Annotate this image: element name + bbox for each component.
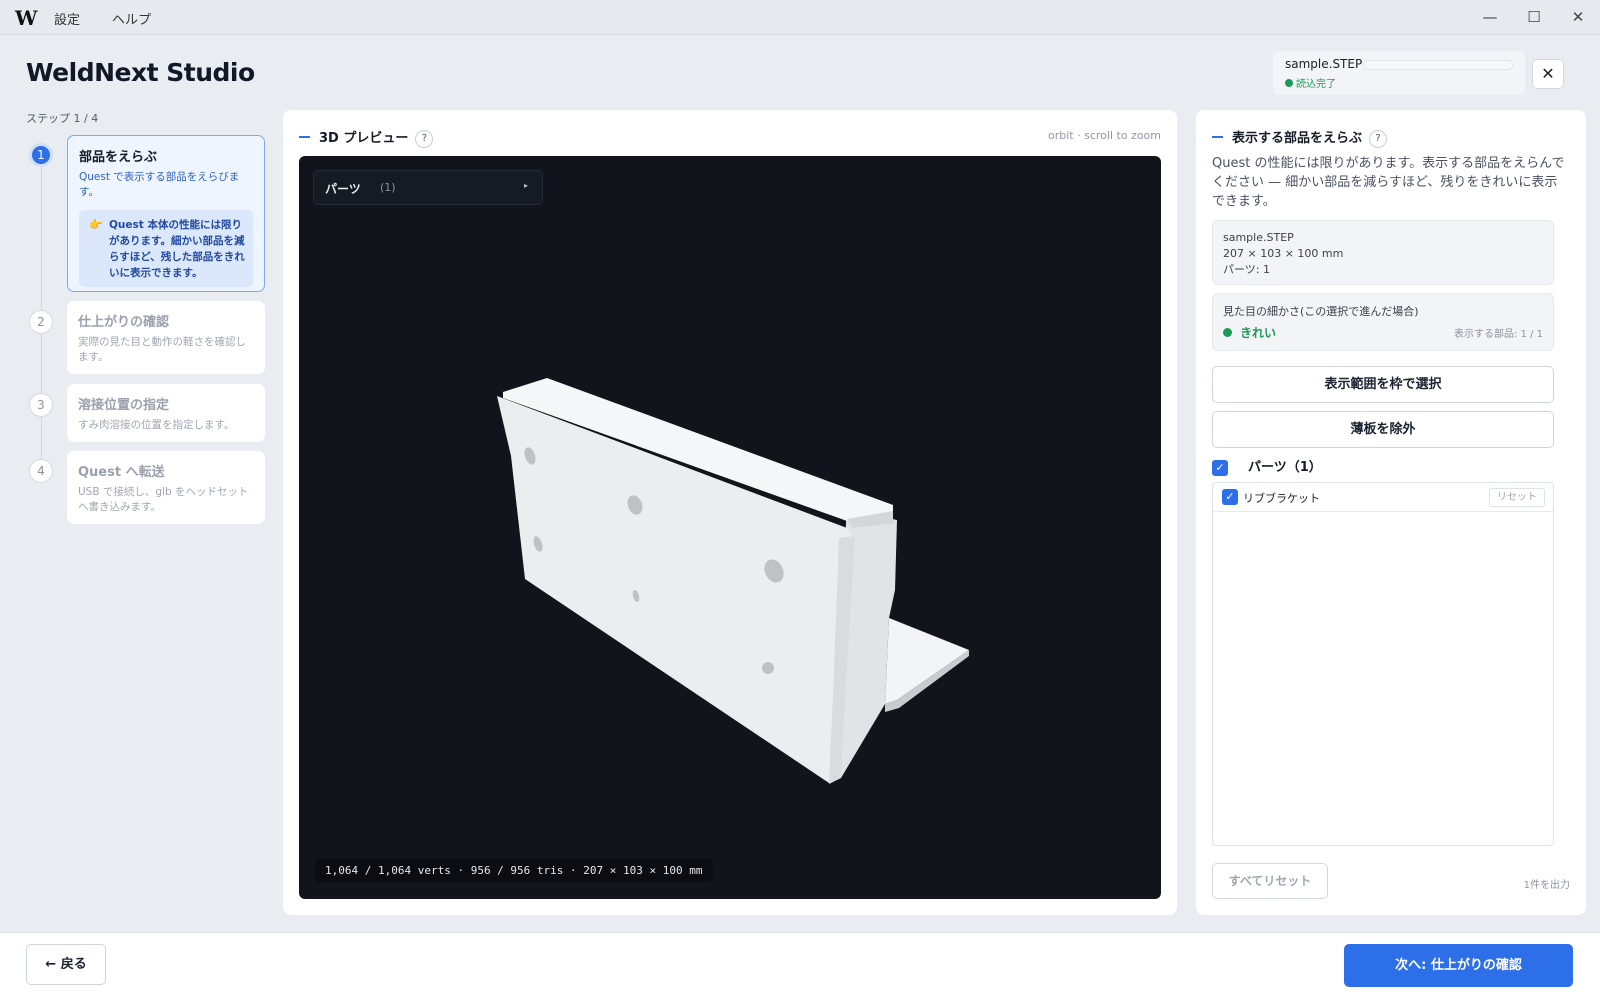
step-number-3: 3 bbox=[29, 393, 53, 417]
step-number-4: 4 bbox=[29, 459, 53, 483]
quality-value-text: きれい bbox=[1240, 326, 1277, 340]
maximize-button[interactable]: ☐ bbox=[1516, 6, 1552, 28]
help-icon[interactable]: ? bbox=[415, 130, 434, 148]
step-title: 溶接位置の指定 bbox=[78, 398, 170, 413]
step-title: 部品をえらぶ bbox=[79, 150, 158, 165]
step-desc: すみ肉溶接の位置を指定します。 bbox=[78, 419, 235, 431]
group-checkbox[interactable]: ✓ bbox=[1212, 460, 1228, 476]
app-logo: W bbox=[15, 6, 38, 30]
next-button[interactable]: 次へ: 仕上がりの確認 bbox=[1344, 944, 1573, 987]
side-title: 表示する部品をえらぶ? bbox=[1212, 127, 1388, 148]
minimize-button[interactable]: — bbox=[1472, 6, 1508, 28]
back-button[interactable]: ← 戻る bbox=[26, 944, 106, 985]
step-number-2: 2 bbox=[29, 310, 53, 334]
page-title: WeldNext Studio bbox=[26, 58, 255, 87]
parts-dropdown-count: (1) bbox=[380, 181, 396, 194]
box-select-button[interactable]: 表示範囲を枠で選択 bbox=[1212, 366, 1554, 403]
preview-title: 3D プレビュー? bbox=[299, 127, 434, 148]
exclude-thin-button[interactable]: 薄板を除外 bbox=[1212, 411, 1554, 448]
bracket-model bbox=[497, 378, 969, 784]
footer-bar: ← 戻る 次へ: 仕上がりの確認 bbox=[0, 932, 1600, 992]
menu-settings[interactable]: 設定 bbox=[54, 9, 80, 28]
parts-group-row: ✓ パーツ（1） bbox=[1212, 456, 1322, 476]
section-marker bbox=[1212, 136, 1223, 138]
parts-dropdown[interactable]: パーツ (1) ▸ bbox=[313, 170, 543, 205]
quality-box: 見た目の細かさ(この選択で進んだ場合) きれい 表示する部品: 1 / 1 bbox=[1212, 293, 1554, 351]
step-desc: Quest で表示する部品をえらびます。 bbox=[79, 171, 240, 198]
close-file-button[interactable]: ✕ bbox=[1532, 59, 1564, 89]
window-close-button[interactable]: ✕ bbox=[1560, 6, 1596, 28]
help-icon[interactable]: ? bbox=[1369, 130, 1388, 148]
group-label: パーツ（1） bbox=[1248, 460, 1322, 475]
preview-title-text: 3D プレビュー bbox=[319, 131, 409, 146]
quality-count: 表示する部品: 1 / 1 bbox=[1454, 329, 1543, 340]
side-title-text: 表示する部品をえらぶ bbox=[1232, 131, 1363, 146]
status-dot-icon bbox=[1223, 328, 1232, 337]
list-item: ✓ リブブラケット リセット bbox=[1213, 483, 1553, 512]
parts-dropdown-label: パーツ bbox=[325, 182, 361, 196]
parts-selection-panel: 表示する部品をえらぶ? Quest の性能には限りがあります。表示する部品をえら… bbox=[1196, 110, 1586, 915]
step-card-select-parts[interactable]: 部品をえらぶ Quest で表示する部品をえらびます。 👉 Quest 本体の性… bbox=[67, 135, 265, 292]
info-dimensions: 207 × 103 × 100 mm bbox=[1223, 247, 1344, 260]
info-part-count: パーツ: 1 bbox=[1223, 263, 1270, 276]
menu-help[interactable]: ヘルプ bbox=[112, 9, 151, 28]
step-counter: ステップ 1 / 4 bbox=[26, 112, 99, 125]
output-count: 1件を出力 bbox=[1523, 880, 1570, 891]
file-badge: sample.STEP 読込完了 bbox=[1273, 51, 1525, 95]
file-status-text: 読込完了 bbox=[1296, 79, 1336, 90]
file-info-box: sample.STEP 207 × 103 × 100 mm パーツ: 1 bbox=[1212, 220, 1554, 285]
part-name: リブブラケット bbox=[1243, 492, 1320, 505]
step-title: 仕上がりの確認 bbox=[78, 315, 170, 330]
title-bar: W 設定 ヘルプ — ☐ ✕ bbox=[0, 0, 1600, 35]
status-dot-icon bbox=[1285, 79, 1293, 87]
step-card-check-finish[interactable]: 仕上がりの確認 実際の見た目と動作の軽さを確認します。 bbox=[67, 301, 265, 374]
step-number-1: 1 bbox=[29, 143, 53, 167]
3d-viewport[interactable]: パーツ (1) ▸ 1,064 / 1,064 verts · 956 / 95… bbox=[299, 156, 1161, 899]
step-title: Quest へ転送 bbox=[78, 465, 165, 480]
step-desc: 実際の見た目と動作の軽さを確認します。 bbox=[78, 336, 246, 363]
step-card-weld-position[interactable]: 溶接位置の指定 すみ肉溶接の位置を指定します。 bbox=[67, 384, 265, 442]
step-desc: USB で接続し、glb をヘッドセットへ書き込みます。 bbox=[78, 486, 249, 513]
file-name-track bbox=[1363, 60, 1513, 70]
section-marker bbox=[299, 136, 310, 138]
parts-list: ✓ リブブラケット リセット bbox=[1212, 482, 1554, 846]
reset-all-button[interactable]: すべてリセット bbox=[1212, 863, 1328, 899]
step-hint-text: Quest 本体の性能には限りがあります。細かい部品を減らすほど、残した部品をき… bbox=[109, 219, 245, 279]
step-hint: 👉 Quest 本体の性能には限りがあります。細かい部品を減らすほど、残した部品… bbox=[79, 210, 253, 287]
side-description: Quest の性能には限りがあります。表示する部品をえらんでください — 細かい… bbox=[1212, 156, 1565, 209]
step-card-transfer-quest[interactable]: Quest へ転送 USB で接続し、glb をヘッドセットへ書き込みます。 bbox=[67, 451, 265, 524]
preview-panel: 3D プレビュー? orbit · scroll to zoom パーツ (1)… bbox=[283, 110, 1177, 915]
orbit-hint: orbit · scroll to zoom bbox=[1048, 129, 1161, 142]
info-file-name: sample.STEP bbox=[1223, 231, 1294, 244]
mesh-stats: 1,064 / 1,064 verts · 956 / 956 tris · 2… bbox=[315, 859, 713, 882]
quality-label: 見た目の細かさ(この選択で進んだ場合) bbox=[1223, 305, 1419, 318]
caret-right-icon: ▸ bbox=[523, 181, 528, 190]
file-name: sample.STEP bbox=[1285, 57, 1363, 71]
part-reset-button[interactable]: リセット bbox=[1489, 488, 1545, 507]
pointing-hand-icon: 👉 bbox=[89, 218, 103, 231]
part-checkbox[interactable]: ✓ bbox=[1222, 489, 1238, 505]
file-status: 読込完了 bbox=[1285, 75, 1336, 90]
